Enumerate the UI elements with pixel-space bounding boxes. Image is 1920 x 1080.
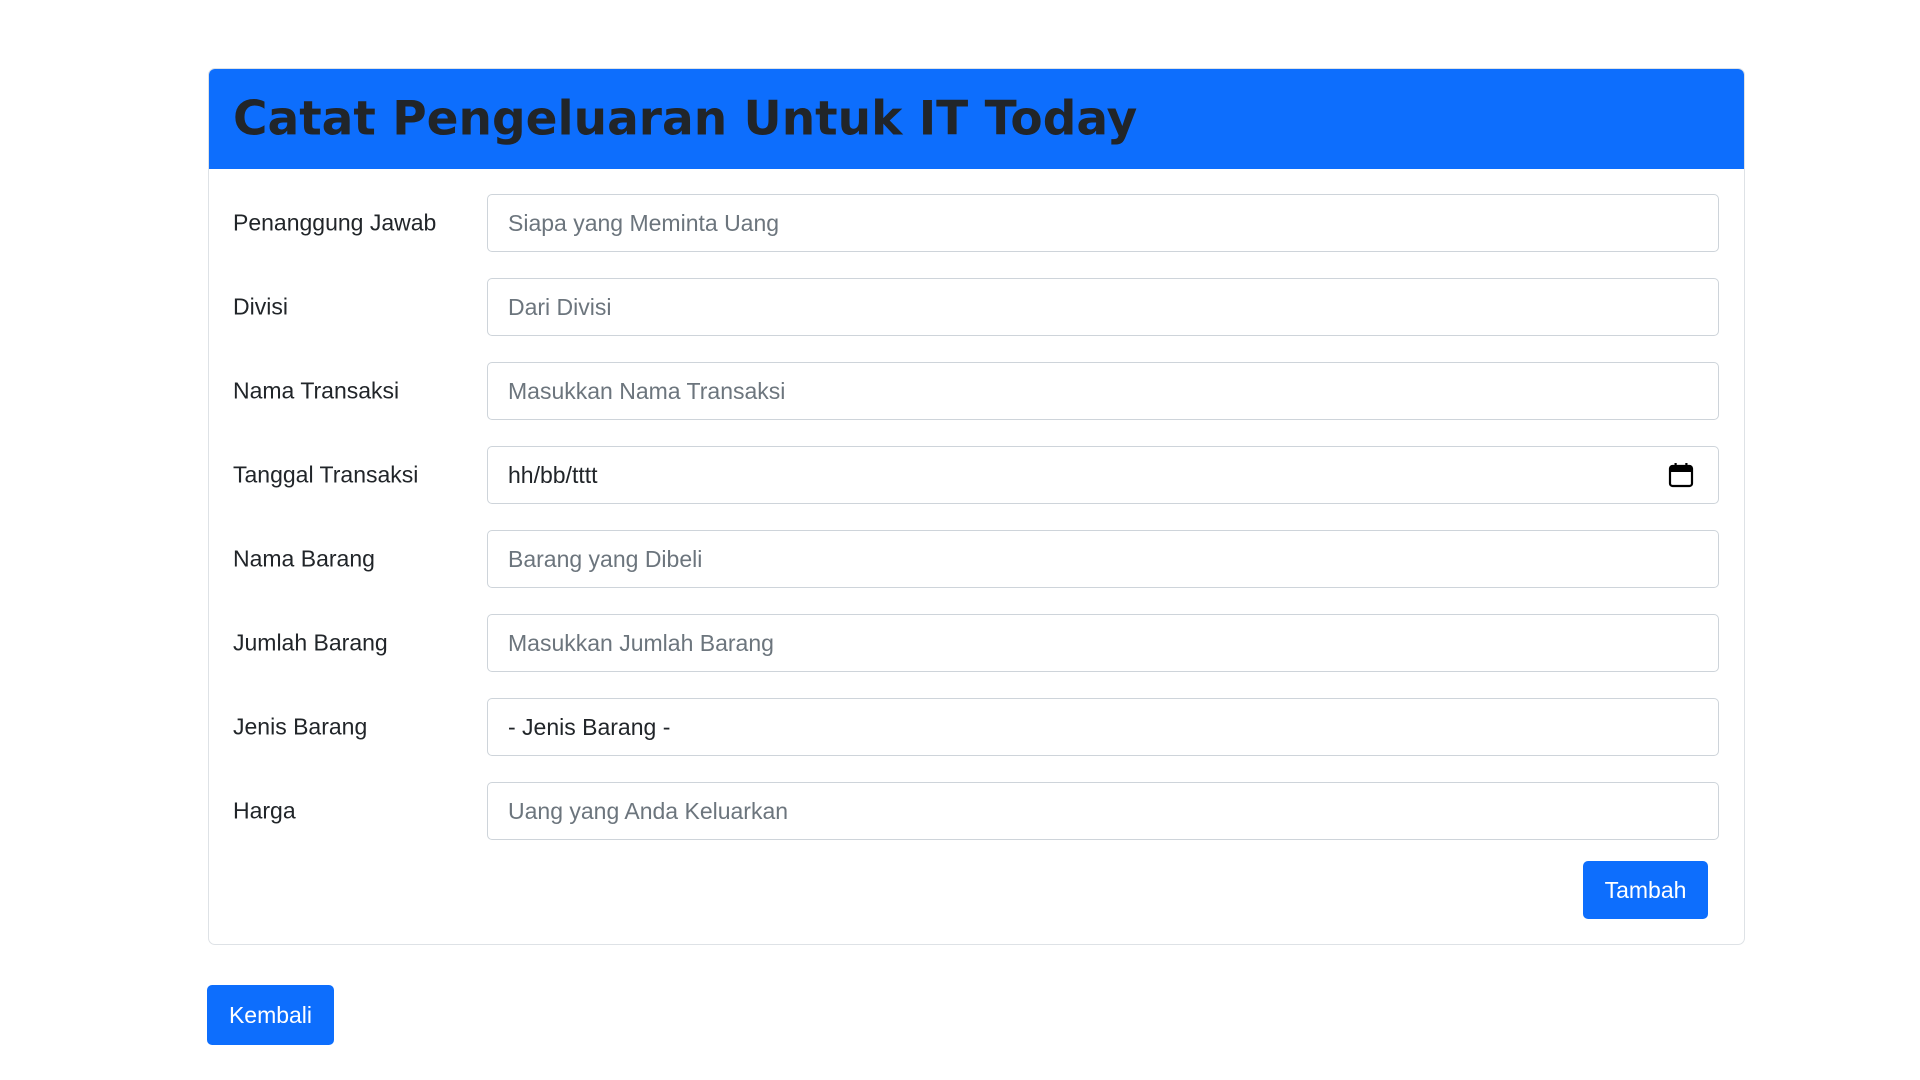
harga-label: Harga bbox=[233, 797, 296, 824]
page-title: Catat Pengeluaran Untuk IT Today bbox=[233, 91, 1138, 147]
divisi-label: Divisi bbox=[233, 293, 288, 320]
row-divisi: Divisi bbox=[209, 278, 1744, 336]
harga-input[interactable] bbox=[487, 782, 1719, 840]
card-header: Catat Pengeluaran Untuk IT Today bbox=[209, 69, 1744, 169]
nama-barang-input[interactable] bbox=[487, 530, 1719, 588]
penanggung-jawab-input[interactable] bbox=[487, 194, 1719, 252]
kembali-button[interactable]: Kembali bbox=[207, 985, 334, 1045]
row-nama-transaksi: Nama Transaksi bbox=[209, 362, 1744, 420]
divisi-input[interactable] bbox=[487, 278, 1719, 336]
jenis-barang-selected-value: - Jenis Barang - bbox=[508, 713, 671, 740]
jenis-barang-label: Jenis Barang bbox=[233, 713, 368, 740]
date-format-text: hh/bb/tttt bbox=[508, 461, 598, 488]
tambah-button[interactable]: Tambah bbox=[1583, 861, 1708, 919]
row-jumlah-barang: Jumlah Barang bbox=[209, 614, 1744, 672]
tanggal-transaksi-label: Tanggal Transaksi bbox=[233, 461, 419, 488]
row-tanggal-transaksi: Tanggal Transaksi hh/bb/tttt bbox=[209, 446, 1744, 504]
tanggal-transaksi-date-input[interactable]: hh/bb/tttt bbox=[487, 446, 1719, 504]
nama-transaksi-input[interactable] bbox=[487, 362, 1719, 420]
penanggung-jawab-label: Penanggung Jawab bbox=[233, 209, 437, 236]
jenis-barang-select[interactable]: - Jenis Barang - bbox=[487, 698, 1719, 756]
jumlah-barang-input[interactable] bbox=[487, 614, 1719, 672]
row-penanggung-jawab: Penanggung Jawab bbox=[209, 194, 1744, 252]
nama-transaksi-label: Nama Transaksi bbox=[233, 377, 400, 404]
row-nama-barang: Nama Barang bbox=[209, 530, 1744, 588]
row-jenis-barang: Jenis Barang - Jenis Barang - bbox=[209, 698, 1744, 756]
nama-barang-label: Nama Barang bbox=[233, 545, 375, 572]
jumlah-barang-label: Jumlah Barang bbox=[233, 629, 388, 656]
calendar-icon[interactable] bbox=[1668, 462, 1694, 488]
expense-form-card: Catat Pengeluaran Untuk IT Today Penangg… bbox=[208, 68, 1745, 945]
row-harga: Harga bbox=[209, 782, 1744, 840]
